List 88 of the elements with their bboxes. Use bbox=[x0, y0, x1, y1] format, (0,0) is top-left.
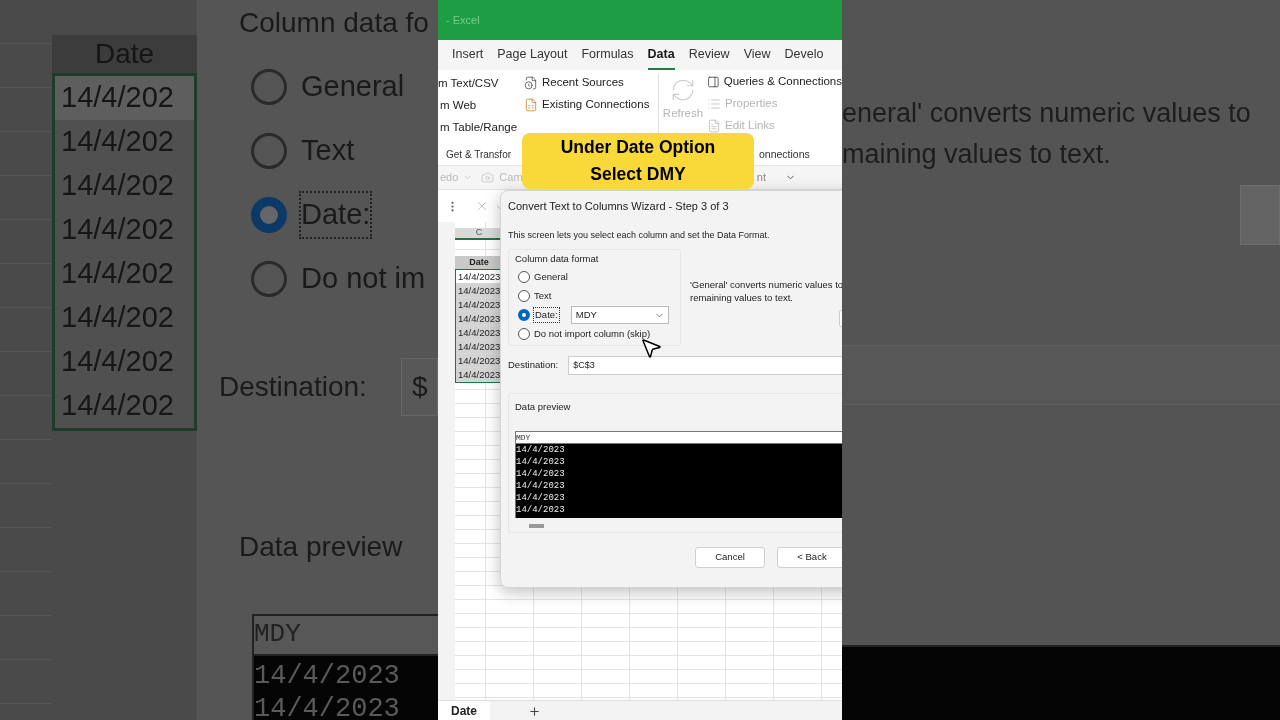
preview-row-text: 14/4/2023 bbox=[516, 456, 566, 469]
ribbon-tab[interactable]: Page Layout bbox=[497, 45, 568, 70]
table-cell: 14/4/202 bbox=[55, 120, 194, 164]
preview-row-text: 14/4/2023 bbox=[516, 504, 566, 517]
radio-button[interactable] bbox=[518, 328, 530, 341]
table-cell: 14/4/2023 bbox=[456, 298, 502, 312]
caption-text: Under Date Option bbox=[560, 136, 716, 159]
note-text: remaining values to text. bbox=[690, 291, 794, 304]
preview-row-text: 14/4/2023 bbox=[516, 444, 566, 457]
dialog-button[interactable]: < Back bbox=[777, 547, 842, 568]
button-background bbox=[1240, 185, 1280, 245]
chevron-down-icon bbox=[463, 173, 473, 182]
table-cell: 14/4/2023 bbox=[456, 270, 502, 284]
ribbon-button[interactable]: Recent Sources bbox=[524, 75, 650, 90]
table-cell: 14/4/2023 bbox=[456, 354, 502, 368]
ribbon-button[interactable]: Queries & Connections bbox=[707, 74, 842, 89]
radio-label: General bbox=[534, 270, 568, 285]
group-label: Column data fo bbox=[238, 6, 430, 40]
radio-label: Date: bbox=[534, 308, 559, 323]
table-cell: 14/4/202 bbox=[55, 296, 194, 340]
radio-button[interactable] bbox=[518, 309, 530, 322]
table-cell: 14/4/2023 bbox=[456, 284, 502, 298]
preview-row-text: 14/4/2023 bbox=[254, 693, 401, 720]
date-order-dropdown[interactable]: MDY bbox=[570, 306, 669, 325]
table-cell: 14/4/2023 bbox=[456, 312, 502, 326]
column-header[interactable]: C bbox=[455, 228, 503, 240]
document-icon bbox=[707, 118, 721, 133]
ribbon-tab[interactable]: Review bbox=[688, 45, 730, 70]
preview-row-text: 14/4/2023 bbox=[516, 468, 566, 481]
ribbon-item[interactable]: m Table/Range bbox=[438, 119, 520, 134]
group-label: Data preview bbox=[238, 530, 404, 564]
radio-label: Do not import column (skip) bbox=[534, 327, 651, 342]
document-icon bbox=[524, 97, 538, 112]
radio-button[interactable] bbox=[251, 197, 287, 233]
input-field[interactable]: $C$3 bbox=[568, 356, 842, 375]
ribbon-tab[interactable]: Insert bbox=[452, 45, 484, 70]
radio-button[interactable] bbox=[518, 290, 530, 303]
table-cell: 14/4/2023 bbox=[456, 368, 502, 382]
radio-label: General bbox=[301, 69, 405, 105]
preview-row-text: 14/4/2023 bbox=[254, 660, 401, 693]
radio-button[interactable] bbox=[251, 261, 287, 297]
window-title: - Excel bbox=[446, 12, 480, 28]
ribbon-item[interactable]: m Web bbox=[438, 97, 520, 112]
add-sheet-icon[interactable] bbox=[528, 705, 541, 718]
group-label: Get & Transfor bbox=[445, 148, 513, 162]
table-cell: 14/4/2023 bbox=[456, 326, 502, 340]
table-cell: 14/4/202 bbox=[55, 76, 194, 120]
ribbon-tab[interactable]: View bbox=[743, 45, 771, 70]
note-text: 'General' converts numeric values to bbox=[690, 278, 842, 291]
header-cell: Date bbox=[455, 256, 503, 269]
scrollbar-thumb[interactable] bbox=[529, 524, 544, 529]
radio-label: Do not im bbox=[301, 261, 426, 297]
radio-button[interactable] bbox=[518, 271, 530, 284]
radio-button[interactable] bbox=[251, 133, 287, 169]
group-label: onnections bbox=[758, 147, 811, 162]
ribbon-tab[interactable]: Formulas bbox=[581, 45, 634, 70]
preview-row-text: 14/4/2023 bbox=[516, 492, 566, 505]
sheet-tab[interactable]: Date bbox=[438, 701, 490, 720]
table-cell: 14/4/202 bbox=[55, 340, 194, 384]
ribbon-item[interactable]: m Text/CSV bbox=[438, 75, 520, 90]
list-icon bbox=[707, 96, 721, 111]
close-icon[interactable] bbox=[475, 199, 489, 213]
table-cell: 14/4/202 bbox=[55, 384, 194, 428]
caption-text: Select DMY bbox=[590, 163, 686, 186]
description-text: This screen lets you select each column and set the Data Format. bbox=[508, 228, 771, 242]
dialog-title: Convert Text to Columns Wizard - Step 3 of 3 bbox=[508, 199, 730, 214]
table-cell: 14/4/202 bbox=[55, 164, 194, 208]
table-cell: 14/4/202 bbox=[55, 208, 194, 252]
preview-row-text: 14/4/2023 bbox=[516, 480, 566, 493]
table-cell: 14/4/2023 bbox=[456, 340, 502, 354]
radio-button[interactable] bbox=[251, 69, 287, 105]
group-label: Column data format bbox=[515, 252, 600, 266]
field-label: Destination: bbox=[219, 370, 367, 404]
dialog-button[interactable]: Cancel bbox=[695, 547, 765, 568]
note-text: maining values to text. bbox=[842, 138, 1111, 171]
table-cell: 14/4/202 bbox=[55, 252, 194, 296]
preview-header: MDY bbox=[516, 432, 842, 445]
field-label: Destination: bbox=[508, 358, 559, 373]
panel-icon bbox=[707, 74, 720, 89]
radio-label: Text bbox=[301, 133, 355, 169]
group-label: Data preview bbox=[515, 400, 572, 414]
ribbon-button[interactable]: Existing Connections bbox=[524, 97, 650, 112]
radio-label: Text bbox=[534, 289, 552, 304]
ribbon-tab[interactable]: Develo bbox=[784, 45, 824, 70]
refresh-icon bbox=[670, 77, 696, 103]
radio-label: Date: bbox=[301, 193, 371, 237]
document-clock-icon bbox=[524, 75, 538, 90]
camera-icon bbox=[481, 171, 495, 184]
